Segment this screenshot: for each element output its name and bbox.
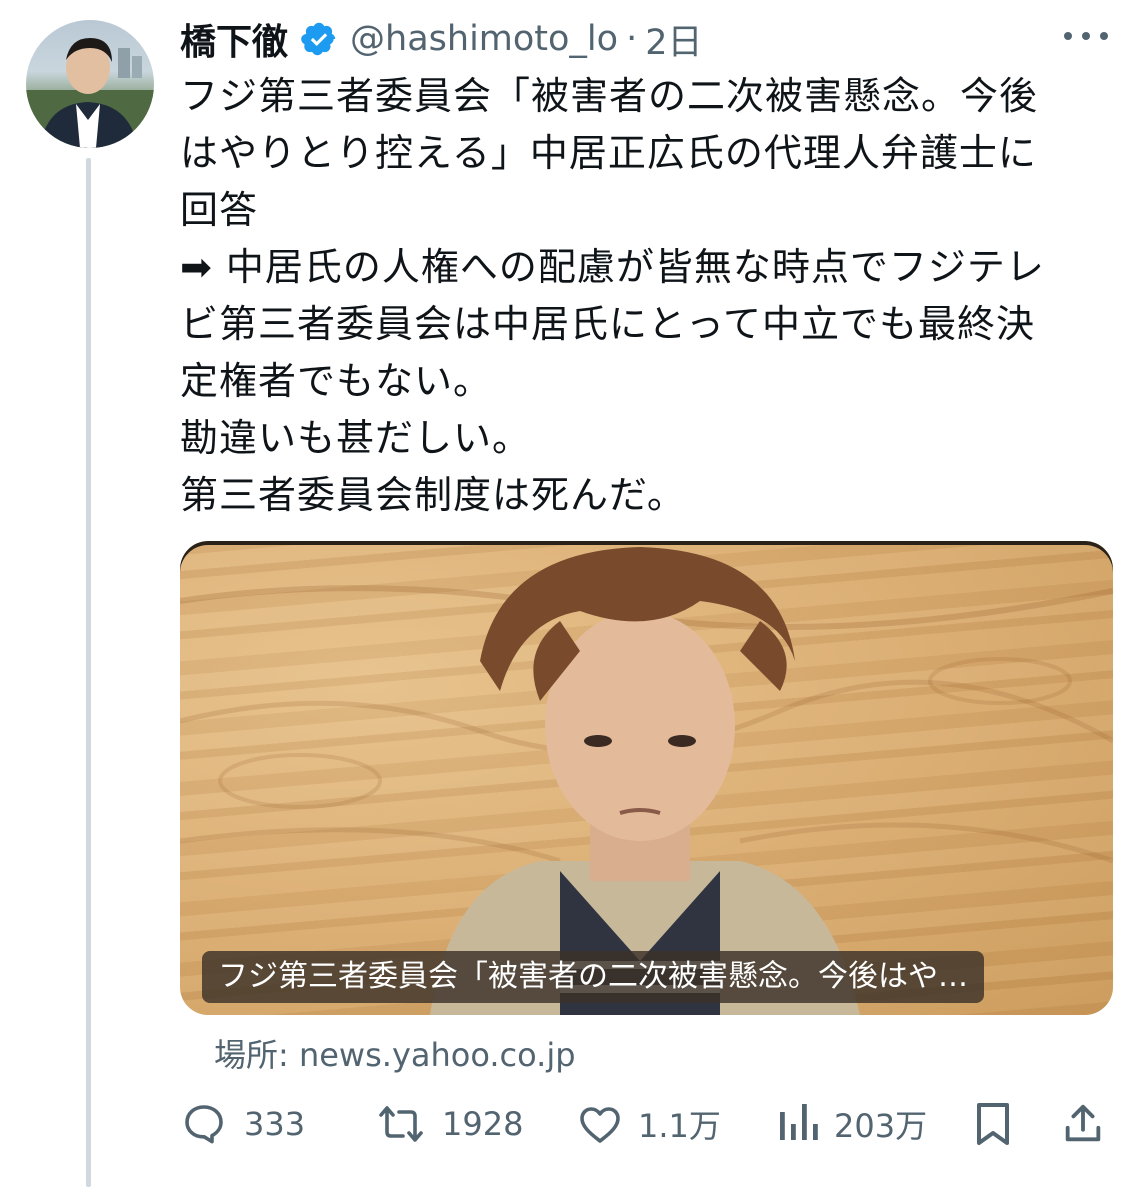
action-bar: 333 1928 1.1万 203万 — [180, 1098, 1110, 1150]
author-handle[interactable]: @hashimoto_lo — [350, 19, 618, 59]
tweet-text: フジ第三者委員会「被害者の二次被害懸念。今後 はやりとり控える」中居正広氏の代理… — [180, 68, 1100, 524]
tweet[interactable]: 橋下徹 @hashimoto_lo · 2日 フジ第三者委員会「被害者の二次被害… — [0, 0, 1140, 1187]
tweet-header: 橋下徹 @hashimoto_lo · 2日 — [180, 12, 703, 66]
views-button[interactable]: 203万 — [776, 1098, 927, 1150]
tweet-text-line: 第三者委員会制度は死んだ。 — [180, 473, 686, 517]
views-chart-icon — [776, 1100, 820, 1148]
tweet-text-line: 回答 — [180, 188, 259, 232]
bookmark-icon — [972, 1100, 1014, 1148]
views-count: 203万 — [834, 1107, 928, 1145]
reply-button[interactable]: 333 — [180, 1098, 305, 1150]
tweet-text-line: はやりとり控える」中居正広氏の代理人弁護士に — [180, 131, 1037, 175]
more-icon[interactable] — [1064, 26, 1108, 46]
tweet-text-line: フジ第三者委員会「被害者の二次被害懸念。今後 — [180, 74, 1039, 118]
bookmark-button[interactable] — [972, 1098, 1014, 1150]
retweet-icon — [376, 1100, 426, 1148]
tweet-text-line: 定権者でもない。 — [180, 359, 493, 403]
avatar[interactable] — [26, 20, 154, 148]
share-button[interactable] — [1060, 1098, 1106, 1150]
author-name[interactable]: 橋下徹 — [180, 13, 288, 65]
like-count: 1.1万 — [638, 1107, 721, 1145]
heart-icon — [576, 1100, 624, 1148]
retweet-button[interactable]: 1928 — [376, 1098, 523, 1150]
avatar-photo — [26, 38, 154, 148]
link-card-image — [180, 547, 1113, 1015]
tweet-time[interactable]: 2日 — [645, 14, 702, 65]
thread-line — [86, 158, 91, 1187]
reply-icon — [180, 1100, 228, 1148]
tweet-text-line: ビ第三者委員会は中居氏にとって中立でも最終決 — [180, 302, 1035, 346]
link-card[interactable]: フジ第三者委員会「被害者の二次被害懸念。今後はや… — [180, 541, 1113, 1015]
tweet-text-line: ➡ 中居氏の人権への配慮が皆無な時点でフジテレ — [180, 245, 1045, 289]
link-card-source[interactable]: 場所: news.yahoo.co.jp — [214, 1030, 576, 1076]
reply-count: 333 — [244, 1105, 306, 1143]
share-icon — [1060, 1100, 1106, 1148]
link-card-title: フジ第三者委員会「被害者の二次被害懸念。今後はや… — [202, 951, 984, 1003]
like-button[interactable]: 1.1万 — [576, 1098, 721, 1150]
verified-badge-icon — [300, 20, 338, 58]
retweet-count: 1928 — [442, 1105, 524, 1143]
meta-separator: · — [626, 19, 638, 59]
tweet-text-line: 勘違いも甚だしい。 — [180, 416, 532, 460]
